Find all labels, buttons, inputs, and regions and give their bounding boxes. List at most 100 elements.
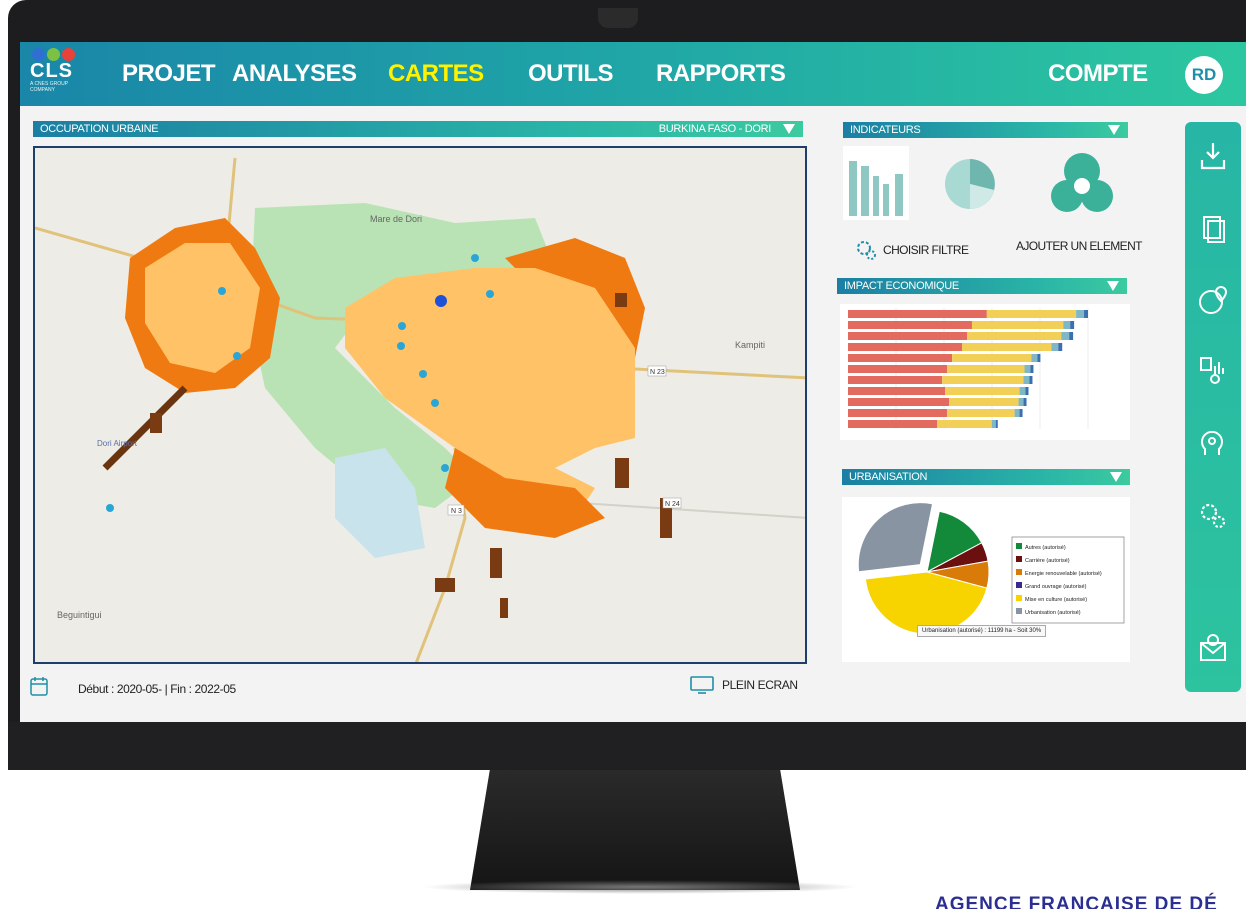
map-panel-header[interactable]: OCCUPATION URBAINE BURKINA FASO - DORI (33, 121, 803, 137)
choose-filter-button[interactable]: CHOISIR FILTRE (855, 239, 969, 261)
urbanisation-pie-chart[interactable]: Autres (autorisé) Carrière (autorisé) Ener… (842, 497, 1130, 662)
impact-bar-segment (947, 365, 1025, 373)
impact-bar-segment (1019, 387, 1026, 395)
indicator-thumb-pie[interactable] (942, 156, 998, 212)
chevron-down-icon[interactable] (1110, 472, 1122, 482)
map-location-select[interactable]: BURKINA FASO - DORI (659, 121, 772, 137)
impact-bar-segment (848, 365, 948, 373)
chevron-down-icon[interactable] (783, 124, 795, 134)
impact-bar-segment (1019, 409, 1023, 417)
road-label-n24: N 24 (665, 501, 680, 508)
legend-swatch (1016, 543, 1022, 549)
avatar[interactable]: RD (1185, 56, 1223, 94)
pie-slice (857, 502, 934, 573)
place-label-kampiti: Kampiti (735, 340, 765, 350)
pie-tooltip: Urbanisation (autorisé) : 11199 ha - Soi… (917, 625, 1047, 637)
fullscreen-label: PLEIN ECRAN (722, 678, 798, 692)
impact-title: IMPACT ECONOMIQUE (844, 280, 959, 292)
pie-chart-icon (945, 159, 995, 209)
app-screen: CLS A CNES GROUP COMPANY PROJET ANALYSES… (20, 42, 1246, 722)
impact-bar-segment (967, 332, 1062, 340)
legend-swatch (1016, 608, 1022, 614)
impact-bar-segment (848, 321, 972, 329)
impact-bar-segment (937, 420, 992, 428)
fullscreen-button[interactable]: PLEIN ECRAN (690, 676, 798, 694)
choose-filter-label: CHOISIR FILTRE (883, 243, 969, 257)
impact-bar-segment (848, 398, 950, 406)
selected-marker[interactable] (435, 295, 447, 307)
impact-bar-segment (986, 310, 1077, 318)
impact-bar-segment (1076, 310, 1085, 318)
impact-bar-segment (1084, 310, 1088, 318)
indicator-thumb-ecology[interactable] (1042, 146, 1122, 226)
legend-label: Energie renouvelable (autorisé) (1025, 571, 1102, 577)
documents-icon[interactable] (1197, 212, 1229, 244)
legend-swatch (1016, 569, 1022, 575)
cls-logo[interactable]: CLS A CNES GROUP COMPANY (30, 48, 90, 98)
impact-bar-segment (848, 387, 946, 395)
nav-item-compte[interactable]: COMPTE (1048, 60, 1148, 88)
impact-bar-segment (848, 343, 963, 351)
nav-item-projet[interactable]: PROJET (122, 60, 216, 88)
urbanisation-panel-header[interactable]: URBANISATION (842, 469, 1130, 485)
impact-bar-chart[interactable] (840, 304, 1130, 440)
legend-swatch (1016, 582, 1022, 588)
impact-bar-segment (1051, 343, 1059, 351)
add-element-button[interactable]: AJOUTER UN ELEMENT (1016, 239, 1142, 253)
urbanisation-chart-container: Autres (autorisé) Carrière (autorisé) Ener… (842, 497, 1130, 662)
impact-bar-segment (1029, 376, 1033, 384)
impact-bar-segment (1018, 398, 1024, 406)
building (490, 548, 502, 578)
impact-bar-segment (945, 387, 1020, 395)
road-label-n3: N 3 (451, 508, 462, 515)
download-icon[interactable] (1197, 140, 1229, 172)
place-label-airport: Dori Airport (97, 439, 138, 448)
chart-report-icon[interactable] (1197, 354, 1229, 386)
impact-bar-segment (848, 332, 968, 340)
chevron-down-icon[interactable] (1108, 125, 1120, 135)
urbanisation-title: URBANISATION (849, 471, 928, 483)
nav-item-cartes[interactable]: CARTES (388, 60, 484, 88)
road-label-n23: N 23 (650, 369, 665, 376)
monitor-camera-notch (598, 8, 638, 28)
impact-bar-segment (1069, 332, 1074, 340)
impact-chart-container (840, 304, 1130, 440)
mail-icon[interactable] (1197, 632, 1229, 664)
impact-bar-segment (848, 376, 943, 384)
top-nav: CLS A CNES GROUP COMPANY PROJET ANALYSES… (20, 42, 1246, 106)
page: AGENCE FRANÇAISE DE DÉ CLS A CNES GROUP … (0, 0, 1246, 909)
map-canvas[interactable]: Mare de Dori Kampiti Dori Airport Beguin… (35, 148, 807, 664)
nav-item-analyses[interactable]: ANALYSES (232, 60, 357, 88)
head-gear-icon[interactable] (1197, 427, 1229, 459)
impact-panel-header[interactable]: IMPACT ECONOMIQUE (837, 278, 1127, 294)
logo-subtext: A CNES GROUP COMPANY (30, 81, 68, 93)
building (435, 578, 455, 592)
map-panel-title: OCCUPATION URBAINE (40, 123, 159, 135)
impact-bar-segment (971, 321, 1064, 329)
impact-bar-segment (848, 310, 987, 318)
impact-bar-segment (848, 409, 948, 417)
impact-bar-segment (1023, 376, 1030, 384)
impact-bar-segment (1030, 365, 1034, 373)
globe-pin-icon[interactable] (1197, 284, 1229, 316)
chevron-down-icon[interactable] (1107, 281, 1119, 291)
indicateurs-title: INDICATEURS (850, 124, 921, 136)
indicateurs-panel-header[interactable]: INDICATEURS (843, 122, 1128, 138)
nav-item-outils[interactable]: OUTILS (528, 60, 614, 88)
legend-label: Grand ouvrage (autorisé) (1025, 584, 1087, 590)
nav-item-rapports[interactable]: RAPPORTS (656, 60, 786, 88)
gears-icon[interactable] (1197, 500, 1229, 532)
legend-label: Carrière (autorisé) (1025, 558, 1070, 564)
impact-bar-segment (947, 409, 1015, 417)
date-range[interactable]: Début : 2020-05- | Fin : 2022-05 (78, 682, 236, 696)
legend-label: Urbanisation (autorisé) (1025, 610, 1081, 616)
right-toolbar (1185, 122, 1241, 692)
impact-bar-segment (1037, 354, 1041, 362)
indicator-thumb-bar[interactable] (843, 146, 909, 220)
map-footer: Début : 2020-05- | Fin : 2022-05 PLEIN E… (30, 676, 810, 700)
map-view[interactable]: Mare de Dori Kampiti Dori Airport Beguin… (33, 146, 807, 664)
calendar-icon[interactable] (30, 676, 50, 698)
agency-caption: AGENCE FRANÇAISE DE DÉ (935, 894, 1218, 909)
building (615, 458, 629, 488)
impact-bar-segment (1014, 409, 1020, 417)
